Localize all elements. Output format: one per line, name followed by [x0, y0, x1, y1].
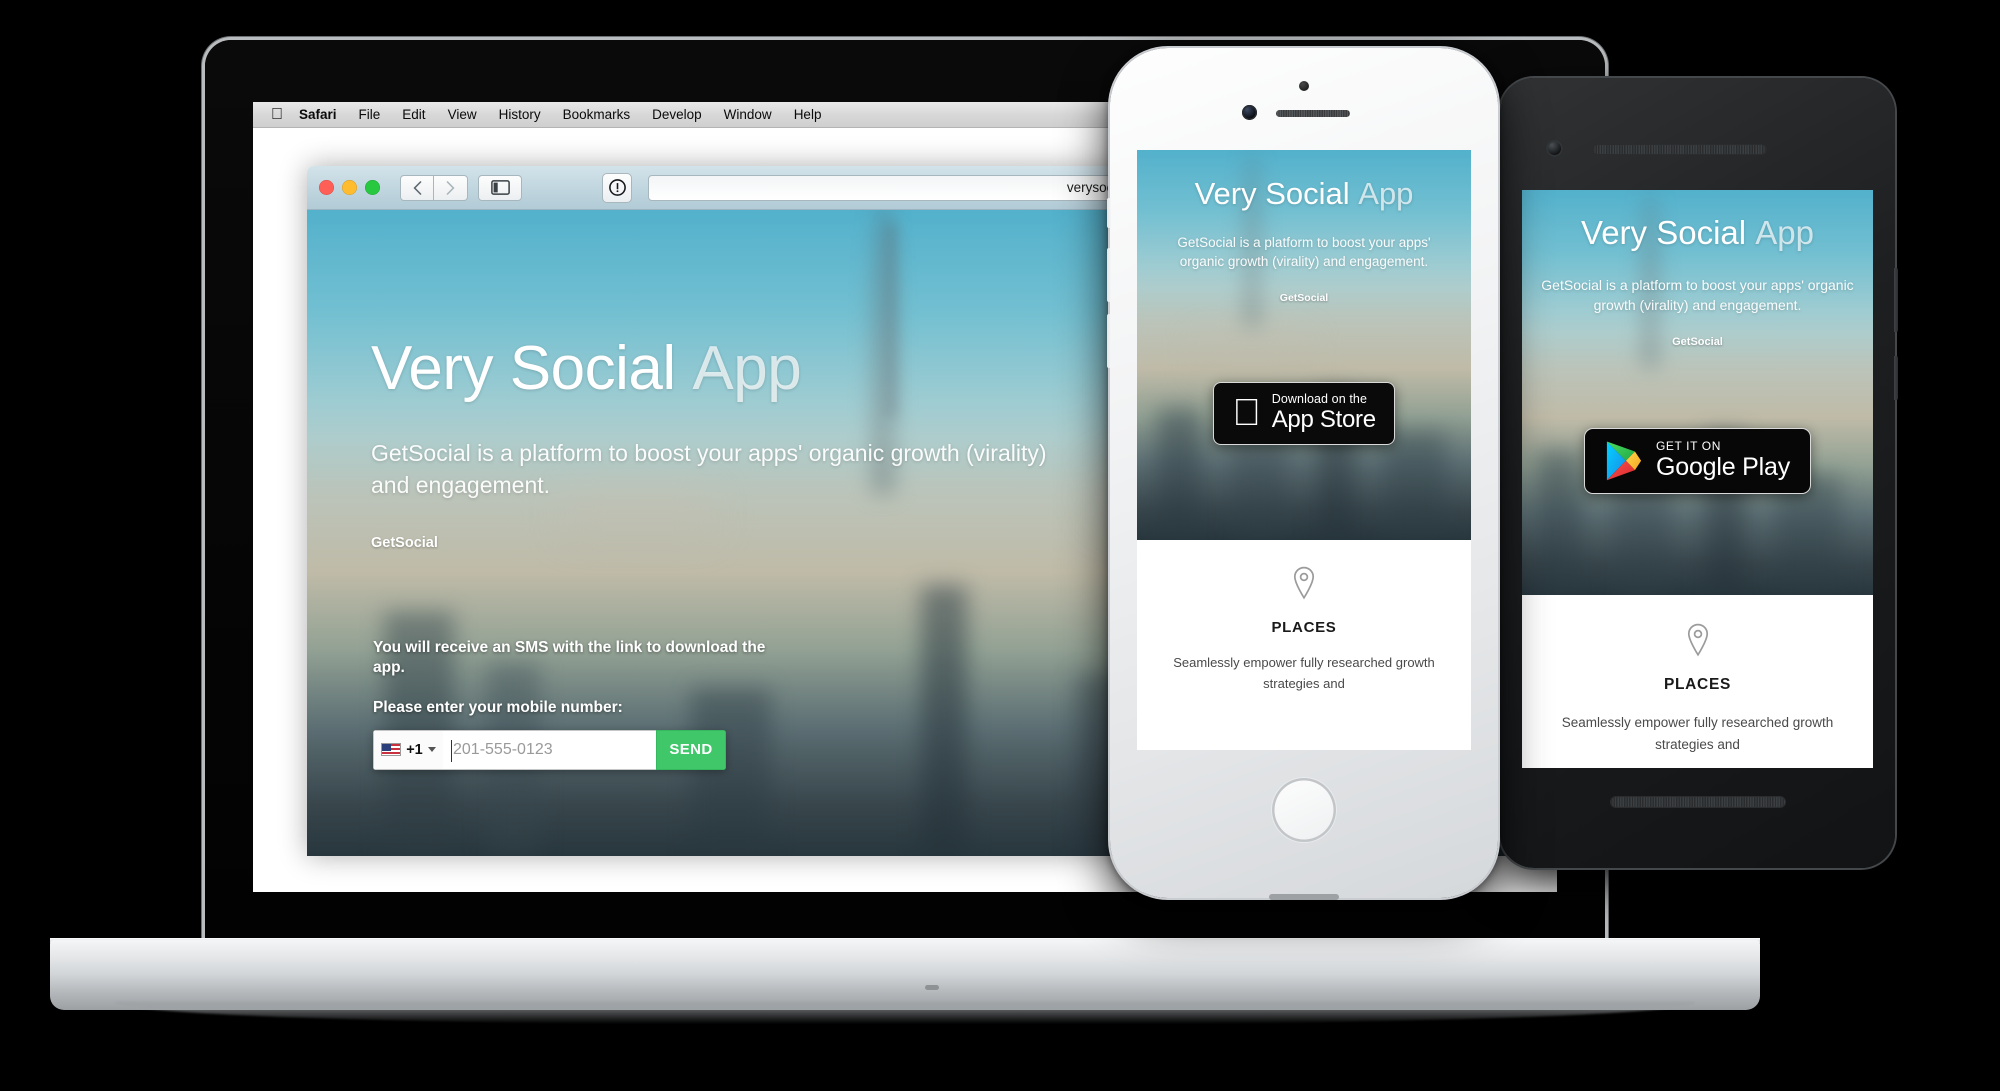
country-code-selector[interactable]: +1 [373, 729, 443, 770]
hero-heading-light: App [692, 334, 802, 403]
android-feature-title: PLACES [1663, 676, 1732, 693]
chevron-right-icon [446, 180, 455, 195]
sidebar-icon [490, 180, 510, 195]
iphone-hero-brand-logo: GetSocial [1279, 291, 1329, 304]
android-hero-brand-logo: GetSocial [1672, 335, 1723, 348]
map-pin-icon [1687, 623, 1708, 657]
google-play-badge-small: GET IT ON [1656, 439, 1721, 454]
android-hero-paragraph: GetSocial is a platform to boost your ap… [1541, 276, 1854, 314]
sms-note: You will receive an SMS with the link to… [373, 639, 766, 677]
sms-field-label: Please enter your mobile number: [373, 698, 623, 716]
close-window-button[interactable] [319, 180, 334, 195]
iphone-feature-title: PLACES [1271, 619, 1337, 636]
app-store-badge-text: Download on the App Store [1257, 392, 1376, 434]
android-hero-heading-strong: Very Social [1581, 214, 1747, 251]
iphone-hero-section: Very Social App GetSocial is a platform … [1137, 150, 1471, 540]
iphone-hero-heading-strong: Very Social [1194, 176, 1350, 211]
iphone-mute-switch[interactable] [1107, 198, 1111, 228]
android-screen: Very Social App GetSocial is a platform … [1522, 190, 1873, 768]
phone-input-row: +1 201-555-0123 SEND [373, 729, 726, 770]
google-play-badge-wrap: GET IT ON Google Play [1522, 428, 1873, 494]
iphone-front-camera-icon [1242, 105, 1257, 120]
google-play-triangle-icon [1606, 441, 1642, 481]
android-earpiece-speaker [1592, 144, 1767, 155]
navigation-button-group [400, 174, 468, 201]
hero-heading-strong: Very Social [371, 334, 676, 403]
android-hero-heading: Very Social App [1536, 214, 1859, 251]
menu-item-help[interactable]: Help [794, 107, 822, 122]
us-flag-icon [381, 743, 402, 757]
reader-info-icon [608, 179, 626, 196]
android-hero-section: Very Social App GetSocial is a platform … [1522, 190, 1873, 595]
iphone-home-button[interactable] [1272, 778, 1336, 842]
flag-canton [382, 744, 392, 752]
text-cursor [451, 739, 452, 762]
android-feature-section: PLACES Seamlessly empower fully research… [1522, 595, 1873, 756]
forward-button[interactable] [434, 174, 468, 201]
android-front-camera-icon [1546, 140, 1563, 157]
sms-signup-form: You will receive an SMS with the link to… [373, 638, 793, 770]
iphone-hero-content: Very Social App GetSocial is a platform … [1137, 150, 1471, 540]
android-bottom-speaker [1609, 796, 1786, 808]
iphone-hero-heading: Very Social App [1159, 176, 1449, 211]
menu-item-window[interactable]: Window [724, 107, 772, 122]
phone-input-placeholder: 201-555-0123 [453, 740, 553, 758]
zoom-window-button[interactable] [365, 180, 380, 195]
iphone-proximity-sensor-icon [1299, 81, 1309, 91]
android-hero-heading-light: App [1755, 214, 1814, 251]
macbook-base-indicator [925, 985, 939, 990]
menu-item-safari[interactable]: Safari [299, 107, 337, 122]
android-volume-button[interactable] [1894, 268, 1898, 332]
window-traffic-lights [319, 180, 380, 195]
apple-menu-icon[interactable]:  [271, 106, 283, 123]
phone-number-input[interactable]: 201-555-0123 [443, 729, 656, 770]
minimize-window-button[interactable] [342, 180, 357, 195]
menu-item-history[interactable]: History [499, 107, 541, 122]
android-phone-device: Very Social App GetSocial is a platform … [1500, 78, 1898, 868]
menu-item-file[interactable]: File [359, 107, 381, 122]
app-store-badge[interactable]:  Download on the App Store [1213, 382, 1395, 445]
android-hero-content: Very Social App GetSocial is a platform … [1522, 190, 1873, 595]
iphone-hero-paragraph: GetSocial is a platform to boost your ap… [1177, 234, 1431, 270]
apple-logo-icon:  [1232, 394, 1261, 432]
menu-item-develop[interactable]: Develop [652, 107, 702, 122]
show-sidebar-button[interactable] [478, 174, 522, 201]
macbook-base-shadow [115, 1002, 1695, 1024]
hero-paragraph: GetSocial is a platform to boost your ap… [371, 440, 1047, 498]
macbook-base [50, 940, 1760, 1010]
menu-item-bookmarks[interactable]: Bookmarks [563, 107, 631, 122]
app-store-badge-small: Download on the [1257, 392, 1367, 406]
iphone-earpiece-speaker [1276, 110, 1350, 117]
map-pin-icon [1293, 566, 1315, 600]
google-play-badge-large: Google Play [1656, 453, 1790, 482]
menu-item-view[interactable]: View [448, 107, 477, 122]
device-showcase-scene:  Safari File Edit View History Bookmark… [0, 0, 2000, 1091]
country-code-value: +1 [406, 741, 423, 758]
chevron-left-icon [412, 180, 421, 195]
iphone-lightning-port [1269, 894, 1339, 900]
chevron-down-icon [427, 747, 436, 753]
menu-item-edit[interactable]: Edit [402, 107, 425, 122]
send-button[interactable]: SEND [656, 729, 726, 770]
android-feature-body: Seamlessly empower fully researched grow… [1561, 715, 1834, 752]
app-store-badge-large: App Store [1257, 405, 1376, 433]
google-play-badge-text: GET IT ON Google Play [1656, 439, 1790, 482]
iphone-device: Very Social App GetSocial is a platform … [1107, 48, 1498, 900]
iphone-screen: Very Social App GetSocial is a platform … [1137, 150, 1471, 750]
iphone-feature-body: Seamlessly empower fully researched grow… [1173, 655, 1435, 692]
iphone-hero-heading-light: App [1358, 176, 1414, 211]
page-info-button[interactable] [602, 172, 632, 203]
back-button[interactable] [400, 174, 434, 201]
iphone-feature-section: PLACES Seamlessly empower fully research… [1137, 540, 1471, 695]
google-play-badge[interactable]: GET IT ON Google Play [1584, 428, 1811, 494]
iphone-volume-up-button[interactable] [1107, 248, 1111, 302]
app-store-badge-wrap:  Download on the App Store [1137, 382, 1471, 445]
iphone-volume-down-button[interactable] [1107, 314, 1111, 368]
android-power-button[interactable] [1894, 356, 1898, 400]
